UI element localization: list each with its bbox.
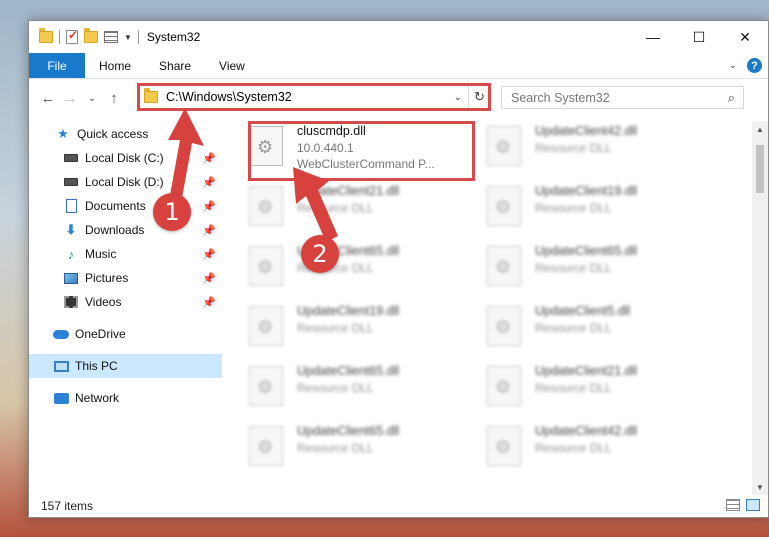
callout-badge-2: 2 (301, 235, 339, 273)
arrow-to-file (293, 167, 338, 242)
callout-arrows (168, 108, 338, 242)
callout-badge-1: 1 (153, 193, 191, 231)
arrow-to-address (168, 108, 204, 198)
